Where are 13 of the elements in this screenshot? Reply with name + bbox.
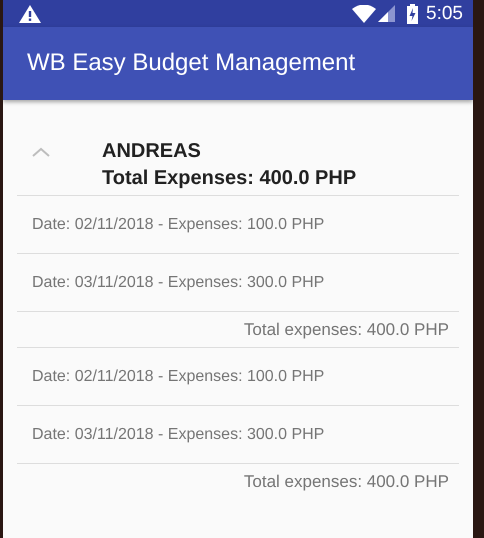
clock-time: 5:05 [426,2,463,24]
app-title: WB Easy Budget Management [27,49,356,77]
expense-entry: Date: 03/11/2018 - Expenses: 300.0 PHP [32,274,324,292]
section-total: Total expenses: 400.0 PHP [244,472,449,492]
signal-icon [378,5,396,22]
expense-entry: Date: 02/11/2018 - Expenses: 100.0 PHP [32,216,324,234]
battery-icon [407,4,418,24]
group-total: Total Expenses: 400.0 PHP [102,166,356,191]
group-name: ANDREAS [102,139,202,164]
warning-icon [19,4,41,22]
expense-entry: Date: 02/11/2018 - Expenses: 100.0 PHP [32,368,324,386]
expense-entry: Date: 03/11/2018 - Expenses: 300.0 PHP [32,426,324,444]
section-total: Total expenses: 400.0 PHP [244,320,449,340]
